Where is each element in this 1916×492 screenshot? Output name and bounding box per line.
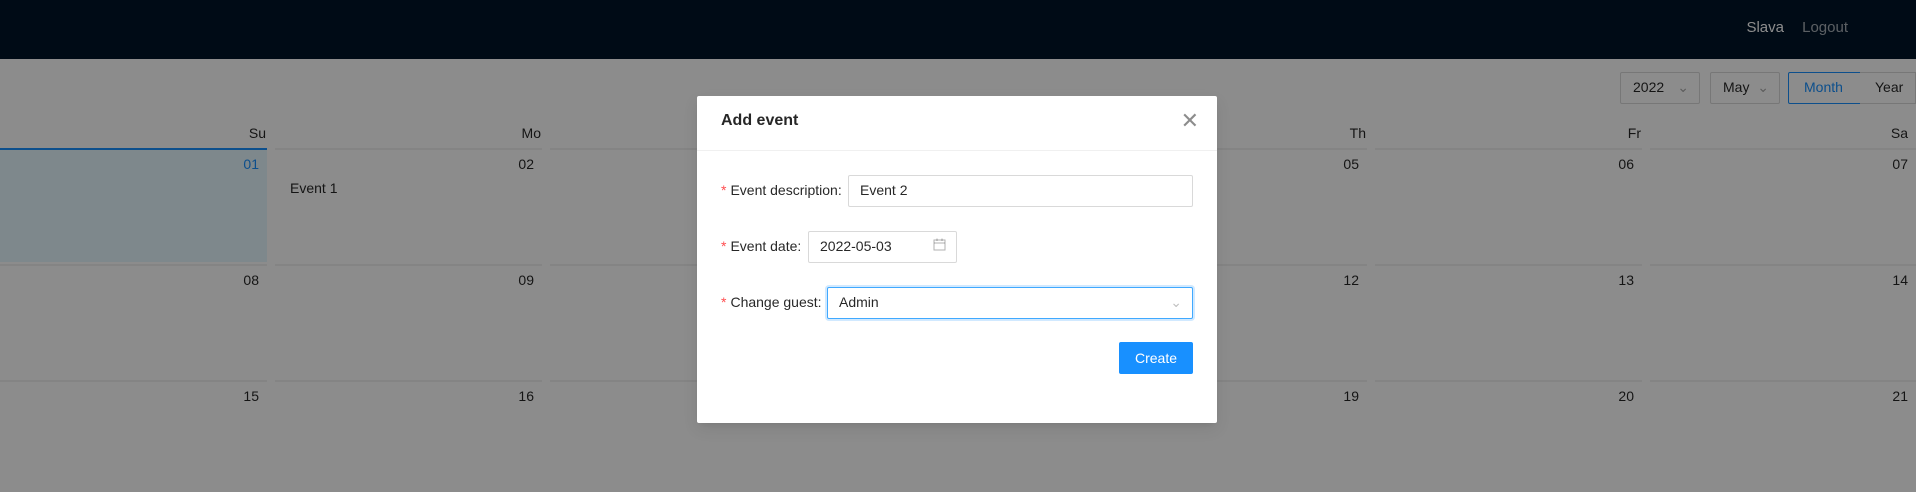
change-guest-select[interactable]: Admin ⌄	[827, 287, 1193, 319]
create-button[interactable]: Create	[1118, 342, 1193, 374]
change-guest-row: * Change guest: Admin ⌄	[721, 287, 1193, 319]
modal-header: Add event	[697, 96, 1217, 151]
event-date-picker[interactable]: 2022-05-03	[808, 231, 957, 263]
event-description-row: * Event description: Event 2	[721, 175, 1193, 207]
label-colon: :	[797, 238, 802, 254]
event-description-label: * Event description:	[721, 182, 842, 198]
change-guest-label-text: Change guest	[730, 294, 818, 310]
event-description-input[interactable]: Event 2	[848, 175, 1193, 207]
event-description-label-text: Event description	[730, 182, 838, 198]
close-icon[interactable]: ✕	[1181, 110, 1199, 132]
label-colon: :	[817, 294, 822, 310]
change-guest-value: Admin	[839, 294, 879, 310]
event-date-row: * Event date: 2022-05-03	[721, 231, 1193, 263]
event-date-label-text: Event date	[730, 238, 798, 254]
label-colon: :	[837, 182, 842, 198]
required-mark: *	[721, 182, 727, 198]
change-guest-label: * Change guest:	[721, 294, 822, 310]
required-mark: *	[721, 294, 727, 310]
event-description-value: Event 2	[860, 182, 908, 198]
event-date-label: * Event date:	[721, 238, 801, 254]
calendar-icon	[933, 238, 946, 254]
required-mark: *	[721, 238, 727, 254]
modal-title: Add event	[721, 112, 799, 129]
chevron-down-icon: ⌄	[1170, 294, 1182, 310]
event-date-value: 2022-05-03	[820, 238, 892, 254]
add-event-modal: Add event ✕ * Event description: Event 2 …	[697, 96, 1217, 423]
